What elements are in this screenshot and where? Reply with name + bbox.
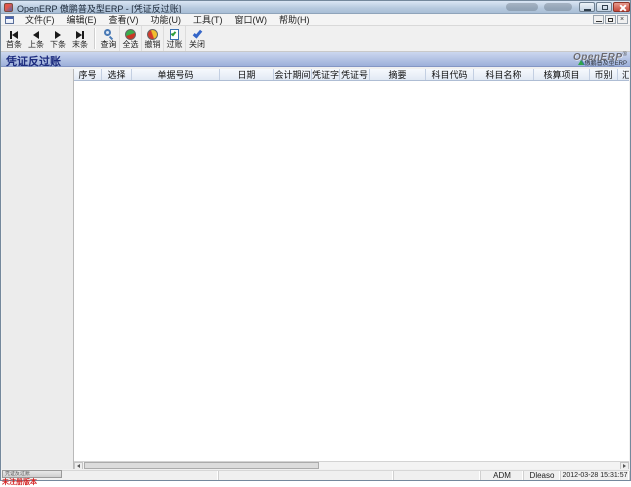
window-title: OpenERP 傲鹏普及型ERP - [凭证反过账] — [17, 2, 181, 14]
background-strip — [0, 481, 631, 485]
status-bar: ADM Dleaso 2012-03-28 15:31:57 — [2, 470, 629, 480]
toolbar-separator — [94, 28, 95, 49]
col-header-summary[interactable]: 摘要 — [370, 69, 426, 80]
scroll-right-button[interactable] — [620, 462, 629, 469]
toolbar-last-button[interactable]: 末条 — [69, 26, 91, 51]
mdi-restore-button[interactable] — [605, 15, 616, 24]
col-header-seq[interactable]: 序号 — [74, 69, 102, 80]
prev-record-icon — [33, 29, 39, 40]
first-record-icon — [10, 29, 18, 40]
col-header-date[interactable]: 日期 — [220, 69, 274, 80]
maximize-icon — [602, 5, 608, 10]
logo-subtitle: 傲鹏普及型ERP — [573, 60, 627, 68]
menu-item-tools[interactable]: 工具(T) — [187, 14, 229, 26]
app-window: OpenERP 傲鹏普及型ERP - [凭证反过账] 文件(F) 编辑(E) 查… — [0, 0, 631, 481]
toolbar-query-button[interactable]: 查询 — [98, 26, 120, 51]
logo-registered-mark: ® — [623, 52, 627, 58]
watermark-text: 未注册版本 — [2, 477, 37, 487]
select-all-icon — [125, 29, 136, 40]
horizontal-scrollbar[interactable] — [74, 461, 629, 469]
minimize-icon — [596, 21, 602, 22]
grid-body-empty[interactable] — [74, 81, 629, 461]
menu-bar: 文件(F) 编辑(E) 查看(V) 功能(U) 工具(T) 窗口(W) 帮助(H… — [1, 14, 630, 26]
toolbar-undo-button[interactable]: 撤销 — [142, 26, 164, 51]
openerp-logo: OpenERP® 傲鹏普及型ERP — [573, 52, 627, 67]
toolbar-post-button[interactable]: 过账 — [164, 26, 186, 51]
undo-icon — [147, 29, 158, 40]
menu-item-file[interactable]: 文件(F) — [19, 14, 61, 26]
scroll-left-button[interactable] — [74, 462, 83, 469]
mdi-client-area: 序号 选择 单据号码 日期 会计期间 凭证字 凭证号 摘要 科目代码 科目名称 … — [2, 69, 629, 469]
last-record-icon — [76, 29, 84, 40]
logo-spark-icon — [578, 60, 584, 65]
titlebar-ghost — [506, 3, 538, 11]
col-header-exchange-rate[interactable]: 汇率 — [618, 69, 629, 80]
status-cell — [394, 471, 481, 480]
col-header-aux-item[interactable]: 核算项目 — [534, 69, 590, 80]
restore-icon — [608, 18, 613, 22]
close-button[interactable] — [613, 2, 630, 12]
toolbar-first-button[interactable]: 首条 — [3, 26, 25, 51]
close-icon — [619, 4, 626, 11]
title-bar[interactable]: OpenERP 傲鹏普及型ERP - [凭证反过账] — [1, 1, 630, 14]
status-cell — [219, 471, 394, 480]
mdi-child-icon — [5, 16, 14, 24]
page-title: 凭证反过账 — [6, 53, 61, 69]
col-header-doc-no[interactable]: 单据号码 — [132, 69, 220, 80]
col-header-voucher-no[interactable]: 凭证号 — [340, 69, 370, 80]
col-header-voucher-word[interactable]: 凭证字 — [312, 69, 340, 80]
mdi-window-controls: × — [593, 15, 628, 24]
close-icon: × — [620, 17, 624, 23]
menu-item-view[interactable]: 查看(V) — [103, 14, 145, 26]
status-datetime: 2012-03-28 15:31:57 — [561, 471, 630, 480]
scroll-right-icon — [623, 464, 626, 468]
search-icon — [103, 29, 114, 40]
col-header-account-code[interactable]: 科目代码 — [426, 69, 474, 80]
col-header-currency[interactable]: 币别 — [590, 69, 618, 80]
close-window-icon — [195, 29, 200, 40]
menu-item-function[interactable]: 功能(U) — [145, 14, 188, 26]
toolbar-select-all-button[interactable]: 全选 — [120, 26, 142, 51]
menu-item-window[interactable]: 窗口(W) — [229, 14, 274, 26]
menu-item-help[interactable]: 帮助(H) — [273, 14, 316, 26]
col-header-account-name[interactable]: 科目名称 — [474, 69, 534, 80]
grid-header-row: 序号 选择 单据号码 日期 会计期间 凭证字 凭证号 摘要 科目代码 科目名称 … — [74, 69, 629, 81]
scrollbar-thumb[interactable] — [84, 462, 319, 469]
next-record-icon — [55, 29, 61, 40]
titlebar-ghost — [544, 3, 572, 11]
minimize-icon — [584, 9, 591, 11]
minimize-button[interactable] — [579, 2, 595, 12]
menu-item-edit[interactable]: 编辑(E) — [61, 14, 103, 26]
status-user: ADM — [481, 471, 524, 480]
voucher-grid: 序号 选择 单据号码 日期 会计期间 凭证字 凭证号 摘要 科目代码 科目名称 … — [73, 69, 629, 469]
toolbar-close-button[interactable]: 关闭 — [186, 26, 208, 51]
col-header-select[interactable]: 选择 — [102, 69, 132, 80]
toolbar: 首条 上条 下条 末条 查询 全选 撤销 过账 — [1, 26, 630, 52]
toolbar-next-button[interactable]: 下条 — [47, 26, 69, 51]
col-header-period[interactable]: 会计期间 — [274, 69, 312, 80]
mdi-minimize-button[interactable] — [593, 15, 604, 24]
scroll-left-icon — [77, 464, 80, 468]
toolbar-prev-button[interactable]: 上条 — [25, 26, 47, 51]
maximize-button[interactable] — [596, 2, 612, 12]
app-icon — [4, 3, 13, 12]
status-company: Dleaso — [524, 471, 561, 480]
mdi-close-button[interactable]: × — [617, 15, 628, 24]
view-header-bar: 凭证反过账 OpenERP® 傲鹏普及型ERP — [1, 52, 630, 67]
post-voucher-icon — [170, 29, 179, 40]
